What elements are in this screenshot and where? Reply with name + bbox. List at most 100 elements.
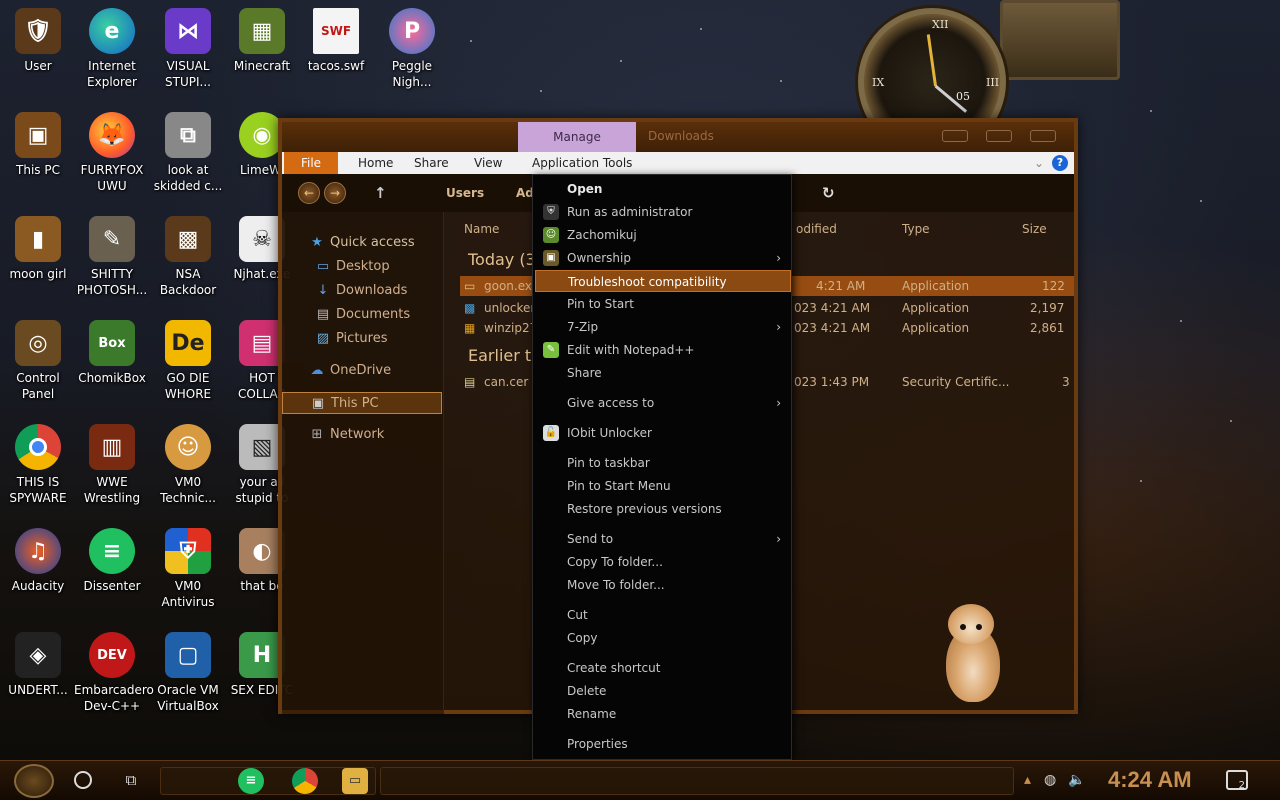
desktop-icon-vm0-technic[interactable]: ☺ VM0 Technic... <box>150 422 226 522</box>
desktop-icon-dissenter[interactable]: ≡ Dissenter <box>74 526 150 626</box>
menu-item-pin-to-start[interactable]: Pin to Start <box>535 293 791 315</box>
search-icon[interactable] <box>74 771 92 789</box>
menu-item-rename[interactable]: Rename <box>535 703 791 725</box>
tab-view[interactable]: View <box>474 152 502 174</box>
help-icon[interactable]: ? <box>1052 155 1068 171</box>
desktop-icon-control-panel[interactable]: ◎ Control Panel <box>0 318 76 418</box>
tab-manage[interactable]: Manage <box>518 122 636 152</box>
menu-item-iobit-unlocker[interactable]: 🔓 IObit Unlocker <box>535 422 791 444</box>
desktop-icon-go-die[interactable]: De GO DIE WHORE <box>150 318 226 418</box>
menu-item-pin-to-taskbar[interactable]: Pin to taskbar <box>535 452 791 474</box>
menu-item-restore-versions[interactable]: Restore previous versions <box>535 498 791 520</box>
menu-item-pin-to-start-menu[interactable]: Pin to Start Menu <box>535 475 791 497</box>
refresh-icon[interactable]: ↻ <box>822 184 835 202</box>
desktop-icon-spyware[interactable]: THIS IS SPYWARE <box>0 422 76 522</box>
menu-item-edit-notepad[interactable]: ✎ Edit with Notepad++ <box>535 339 791 361</box>
menu-item-share[interactable]: Share <box>535 362 791 384</box>
file-date: 023 4:21 AM <box>794 301 871 315</box>
forward-arrow-icon[interactable]: → <box>324 182 346 204</box>
task-view-icon[interactable]: ⧉ <box>122 771 140 789</box>
desktop-icon-internet-explorer[interactable]: e Internet Explorer <box>74 6 150 106</box>
desktop-icon-look-at-skidded[interactable]: ⧉ look at skidded c... <box>150 110 226 210</box>
menu-label: Share <box>567 366 602 380</box>
menu-item-7zip[interactable]: 7-Zip › <box>535 316 791 338</box>
tab-share[interactable]: Share <box>414 152 449 174</box>
back-arrow-icon[interactable]: ← <box>298 182 320 204</box>
column-name[interactable]: Name <box>464 218 499 240</box>
menu-item-send-to[interactable]: Send to › <box>535 528 791 550</box>
desktop-icon-peggle[interactable]: P Peggle Nigh... <box>374 6 450 106</box>
column-type[interactable]: Type <box>902 218 930 240</box>
close-button[interactable] <box>1030 130 1056 142</box>
menu-item-troubleshoot[interactable]: Troubleshoot compatibility <box>535 270 791 292</box>
desktop-icon-nsa-backdoor[interactable]: ▩ NSA Backdoor <box>150 214 226 314</box>
volume-muted-icon[interactable]: 🔈 <box>1068 772 1085 788</box>
taskbar-chrome-icon[interactable] <box>292 768 318 794</box>
column-size[interactable]: Size <box>1022 218 1047 240</box>
menu-item-move-to-folder[interactable]: Move To folder... <box>535 574 791 596</box>
taskbar-clock[interactable]: 4:24 AM <box>1108 767 1192 793</box>
download-icon: ↓ <box>317 283 329 298</box>
file-size: 2,197 <box>1030 301 1065 315</box>
desktop-icon-furryfox[interactable]: 🦊 FURRYFOX UWU <box>74 110 150 210</box>
menu-item-delete[interactable]: Delete <box>535 680 791 702</box>
minimize-button[interactable] <box>942 130 968 142</box>
group-earlier[interactable]: Earlier th <box>468 346 541 365</box>
menu-item-open[interactable]: Open <box>535 178 791 200</box>
nav-desktop[interactable]: ▭ Desktop <box>282 256 442 278</box>
tab-home[interactable]: Home <box>358 152 393 174</box>
desktop-icon-audacity[interactable]: ♫ Audacity <box>0 526 76 626</box>
up-arrow-icon[interactable]: ↑ <box>374 184 387 202</box>
menu-item-zachomikuj[interactable]: ☺ Zachomikuj <box>535 224 791 246</box>
nav-pictures[interactable]: ▨ Pictures <box>282 328 442 350</box>
start-button[interactable] <box>14 764 54 798</box>
nav-documents[interactable]: ▤ Documents <box>282 304 442 326</box>
menu-item-properties[interactable]: Properties <box>535 733 791 755</box>
desktop-icon-undertale[interactable]: ◈ UNDERT... <box>0 630 76 730</box>
desktop-icon-chomikbox[interactable]: Box ChomikBox <box>74 318 150 418</box>
desktop-icon-this-pc[interactable]: ▣ This PC <box>0 110 76 210</box>
tab-application-tools[interactable]: Application Tools <box>532 152 632 174</box>
desktop-icon-moon-girl[interactable]: ▮ moon girl <box>0 214 76 314</box>
desktop-icon-minecraft[interactable]: ▦ Minecraft <box>224 6 300 106</box>
menu-item-copy-to-folder[interactable]: Copy To folder... <box>535 551 791 573</box>
chevron-up-icon[interactable]: ▴ <box>1024 772 1031 788</box>
menu-item-run-as-admin[interactable]: ⛨ Run as administrator <box>535 201 791 223</box>
taskbar-explorer-icon[interactable]: ▭ <box>342 768 368 794</box>
menu-item-cut[interactable]: Cut <box>535 604 791 626</box>
desktop-icon-vm0-antivirus[interactable]: ⛨ VM0 Antivirus <box>150 526 226 626</box>
nav-network[interactable]: ⊞ Network <box>282 424 442 446</box>
nav-this-pc[interactable]: ▣ This PC <box>282 392 442 414</box>
desktop-icon-visual-studio[interactable]: ⋈ VISUAL STUPI... <box>150 6 226 106</box>
desktop-icon-user[interactable]: 🛡 User <box>0 6 76 106</box>
desktop-icon-wwe-wrestling[interactable]: ▥ WWE Wrestling <box>74 422 150 522</box>
breadcrumb-users[interactable]: Users <box>446 186 484 200</box>
tab-file[interactable]: File <box>284 152 338 174</box>
taskbar-dissenter-icon[interactable]: ≡ <box>238 768 264 794</box>
desktop-icon-label: Audacity <box>11 579 65 593</box>
notification-icon[interactable]: 2 <box>1226 770 1248 791</box>
nav-label: Desktop <box>336 259 390 274</box>
column-date-modified[interactable]: odified <box>796 218 837 240</box>
menu-label: Delete <box>567 684 607 698</box>
desktop-icon-dev-cpp[interactable]: DEV Embarcadero Dev-C++ <box>74 630 154 730</box>
maximize-button[interactable] <box>986 130 1012 142</box>
nav-downloads[interactable]: ↓ Downloads <box>282 280 442 302</box>
desktop-icon-virtualbox[interactable]: ▢ Oracle VM VirtualBox <box>150 630 226 730</box>
menu-item-give-access[interactable]: Give access to › <box>535 392 791 414</box>
desktop-icon-label: look at skidded c... <box>153 163 223 193</box>
nav-quick-access[interactable]: ★ Quick access <box>282 232 442 254</box>
menu-item-create-shortcut[interactable]: Create shortcut <box>535 657 791 679</box>
file-name: winzip27 <box>484 321 538 335</box>
globe-icon[interactable]: ◍ <box>1044 772 1056 788</box>
desktop-icon-shitty-photoshop[interactable]: ✎ SHITTY PHOTOSH... <box>74 214 150 314</box>
menu-item-ownership[interactable]: ▣ Ownership › <box>535 247 791 269</box>
menu-label: Rename <box>567 707 617 721</box>
chevron-down-icon[interactable]: ⌄ <box>1034 152 1044 174</box>
desktop-icon-tacos-swf[interactable]: SWF tacos.swf <box>298 6 374 106</box>
nav-label: Quick access <box>330 235 415 250</box>
group-today[interactable]: Today (3) <box>468 250 542 269</box>
menu-item-copy[interactable]: Copy <box>535 627 791 649</box>
nav-onedrive[interactable]: ☁ OneDrive <box>282 360 442 382</box>
desktop-icon-label: tacos.swf <box>307 59 365 73</box>
